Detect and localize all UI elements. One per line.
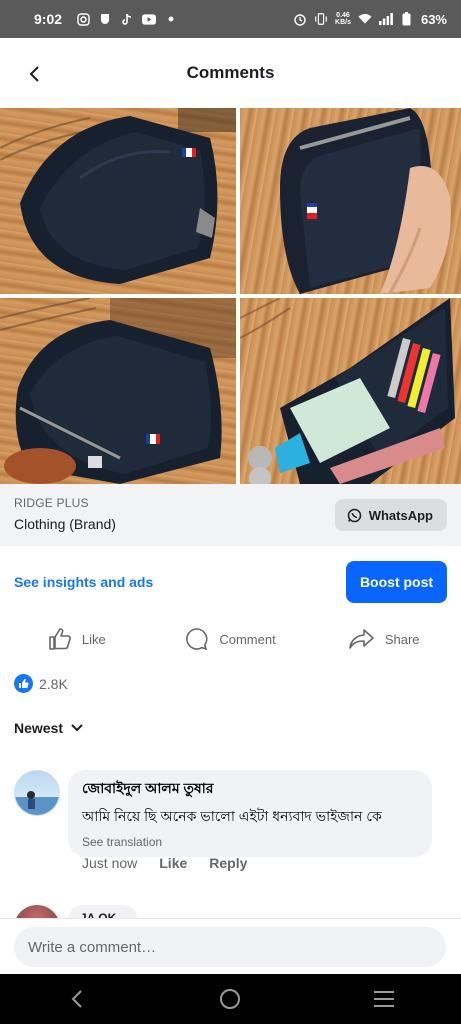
like-label: Like: [81, 631, 106, 647]
status-bar: 9:02 0.46 KB/s 63%: [0, 0, 461, 38]
comment-time: Just now: [82, 855, 138, 871]
battery-percent: 63%: [420, 11, 447, 27]
whatsapp-button[interactable]: WhatsApp: [334, 499, 447, 531]
see-insights-link[interactable]: See insights and ads: [14, 574, 153, 590]
nav-recents-button[interactable]: [364, 979, 404, 1019]
sort-label: Newest: [14, 720, 64, 736]
instagram-icon: [76, 12, 90, 26]
share-button[interactable]: Share: [307, 628, 461, 650]
page-title: Comments: [186, 63, 275, 82]
reaction-summary[interactable]: 2.8K: [14, 674, 68, 693]
avatar[interactable]: [14, 770, 60, 816]
comment-bubble-icon: [186, 628, 208, 651]
comment-sort-dropdown[interactable]: Newest: [14, 720, 83, 736]
alarm-icon: [293, 12, 307, 26]
wallet-photo-4[interactable]: [240, 298, 461, 484]
dot-icon: [164, 12, 178, 26]
comment-item: JA OK: [14, 905, 446, 919]
comment-bubble[interactable]: JA OK: [68, 905, 138, 919]
home-circle-icon: [220, 989, 241, 1009]
wallet-photo-3[interactable]: [0, 298, 236, 484]
nav-back-button[interactable]: [57, 979, 97, 1019]
network-speed: 0.46 KB/s: [335, 12, 351, 26]
comment-input[interactable]: [14, 927, 446, 967]
status-time: 9:02: [34, 11, 63, 27]
back-button[interactable]: [20, 60, 48, 88]
comment-bubble[interactable]: জোবাইদুল আলম তুষার আমি নিয়ে ছি অনেক ভাল…: [68, 770, 432, 857]
whatsapp-label: WhatsApp: [368, 507, 433, 523]
whatsapp-icon: [347, 508, 361, 522]
system-nav-bar: [0, 974, 461, 1024]
chevron-left-icon: [29, 66, 39, 82]
wallet-photo-1[interactable]: [0, 108, 236, 294]
share-arrow-icon: [349, 629, 374, 649]
comment-like-button[interactable]: Like: [159, 855, 187, 871]
chevron-down-icon: [71, 724, 83, 732]
avatar[interactable]: [14, 905, 60, 919]
brand-bar: RIDGE PLUS Clothing (Brand) WhatsApp: [0, 484, 461, 546]
boost-post-button[interactable]: Boost post: [346, 561, 447, 603]
reaction-count: 2.8K: [39, 675, 68, 692]
nav-home-button[interactable]: [210, 979, 250, 1019]
app-header: Comments: [0, 38, 461, 108]
like-reaction-icon: [14, 674, 33, 693]
battery-icon: [400, 12, 414, 26]
share-label: Share: [384, 631, 420, 647]
comment-label: Comment: [219, 631, 276, 647]
post-actions: Like Comment Share: [0, 620, 461, 658]
youtube-icon: [142, 12, 157, 26]
signal-icon: [378, 12, 393, 26]
back-arrow-icon: [71, 990, 82, 1008]
menu-lines-icon: [374, 991, 395, 1007]
comment-reply-button[interactable]: Reply: [209, 855, 247, 871]
comment-text: আমি নিয়ে ছি অনেক ভালো এইটা ধন্যবাদ ভাইজ…: [82, 808, 382, 824]
like-button[interactable]: Like: [0, 628, 154, 650]
wifi-icon: [358, 12, 372, 26]
comment-composer: [0, 918, 461, 974]
wallet-photo-2[interactable]: [240, 108, 461, 294]
insights-row: See insights and ads Boost post: [0, 560, 461, 604]
pocket-icon: [98, 12, 112, 26]
thumbs-up-icon: [49, 628, 71, 650]
comment-author[interactable]: জোবাইদুল আলম তুষার: [82, 777, 418, 801]
comment-meta: Just now Like Reply: [82, 855, 247, 871]
comment-button[interactable]: Comment: [154, 627, 308, 651]
post-photo-grid: [0, 108, 461, 484]
vibrate-icon: [314, 12, 328, 26]
tiktok-icon: [120, 12, 134, 26]
see-translation-link[interactable]: See translation: [82, 835, 418, 849]
